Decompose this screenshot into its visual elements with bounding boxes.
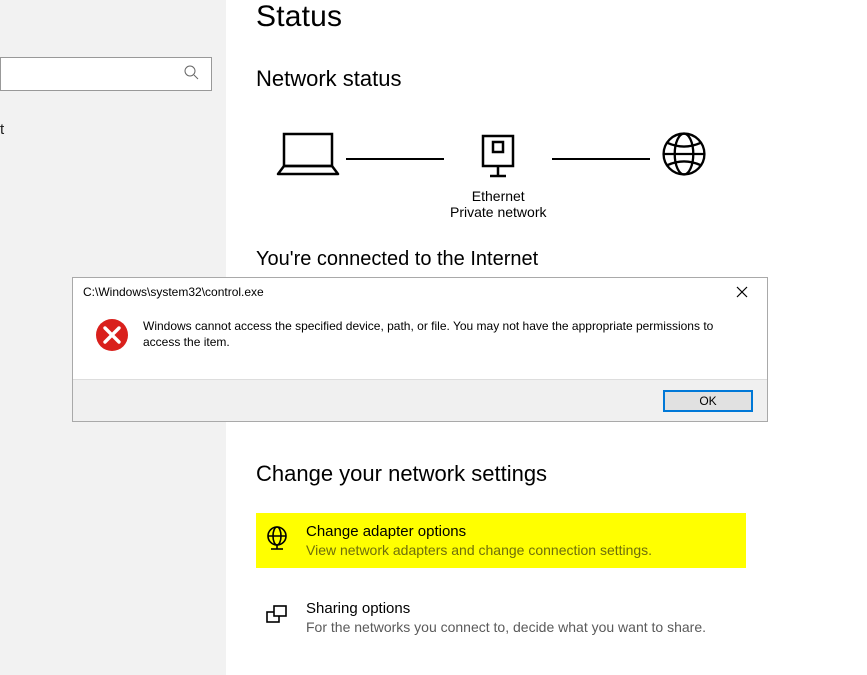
connected-status: You're connected to the Internet bbox=[256, 248, 867, 271]
dialog-message: Windows cannot access the specified devi… bbox=[143, 318, 749, 379]
page-title: Status bbox=[256, 0, 867, 34]
close-button[interactable] bbox=[727, 282, 757, 302]
dialog-title: C:\Windows\system32\control.exe bbox=[83, 285, 727, 299]
setting-subtitle: For the networks you connect to, decide … bbox=[306, 619, 706, 635]
network-status-heading: Network status bbox=[256, 66, 867, 92]
setting-subtitle: View network adapters and change connect… bbox=[306, 542, 652, 558]
pc-icon: - - bbox=[276, 128, 340, 220]
sharing-options[interactable]: Sharing options For the networks you con… bbox=[256, 590, 746, 645]
change-adapter-options[interactable]: Change adapter options View network adap… bbox=[256, 513, 746, 568]
close-icon bbox=[736, 286, 748, 298]
sharing-icon bbox=[264, 600, 292, 635]
error-icon bbox=[95, 318, 129, 379]
change-settings-heading: Change your network settings bbox=[256, 461, 867, 487]
ok-button[interactable]: OK bbox=[663, 390, 753, 412]
adapter-kind: Private network bbox=[450, 204, 546, 220]
sidebar-item-fragment: t bbox=[0, 121, 4, 138]
network-diagram: - - Ethernet Private network - bbox=[256, 128, 867, 220]
search-icon bbox=[183, 64, 199, 85]
globe-small-icon bbox=[264, 523, 292, 558]
search-input[interactable] bbox=[0, 57, 212, 91]
error-dialog: C:\Windows\system32\control.exe Windows … bbox=[72, 277, 768, 422]
globe-icon: - - bbox=[656, 128, 712, 220]
adapter-name: Ethernet bbox=[472, 188, 525, 204]
router-icon: Ethernet Private network bbox=[450, 128, 546, 220]
setting-title: Sharing options bbox=[306, 600, 706, 617]
setting-title: Change adapter options bbox=[306, 523, 652, 540]
